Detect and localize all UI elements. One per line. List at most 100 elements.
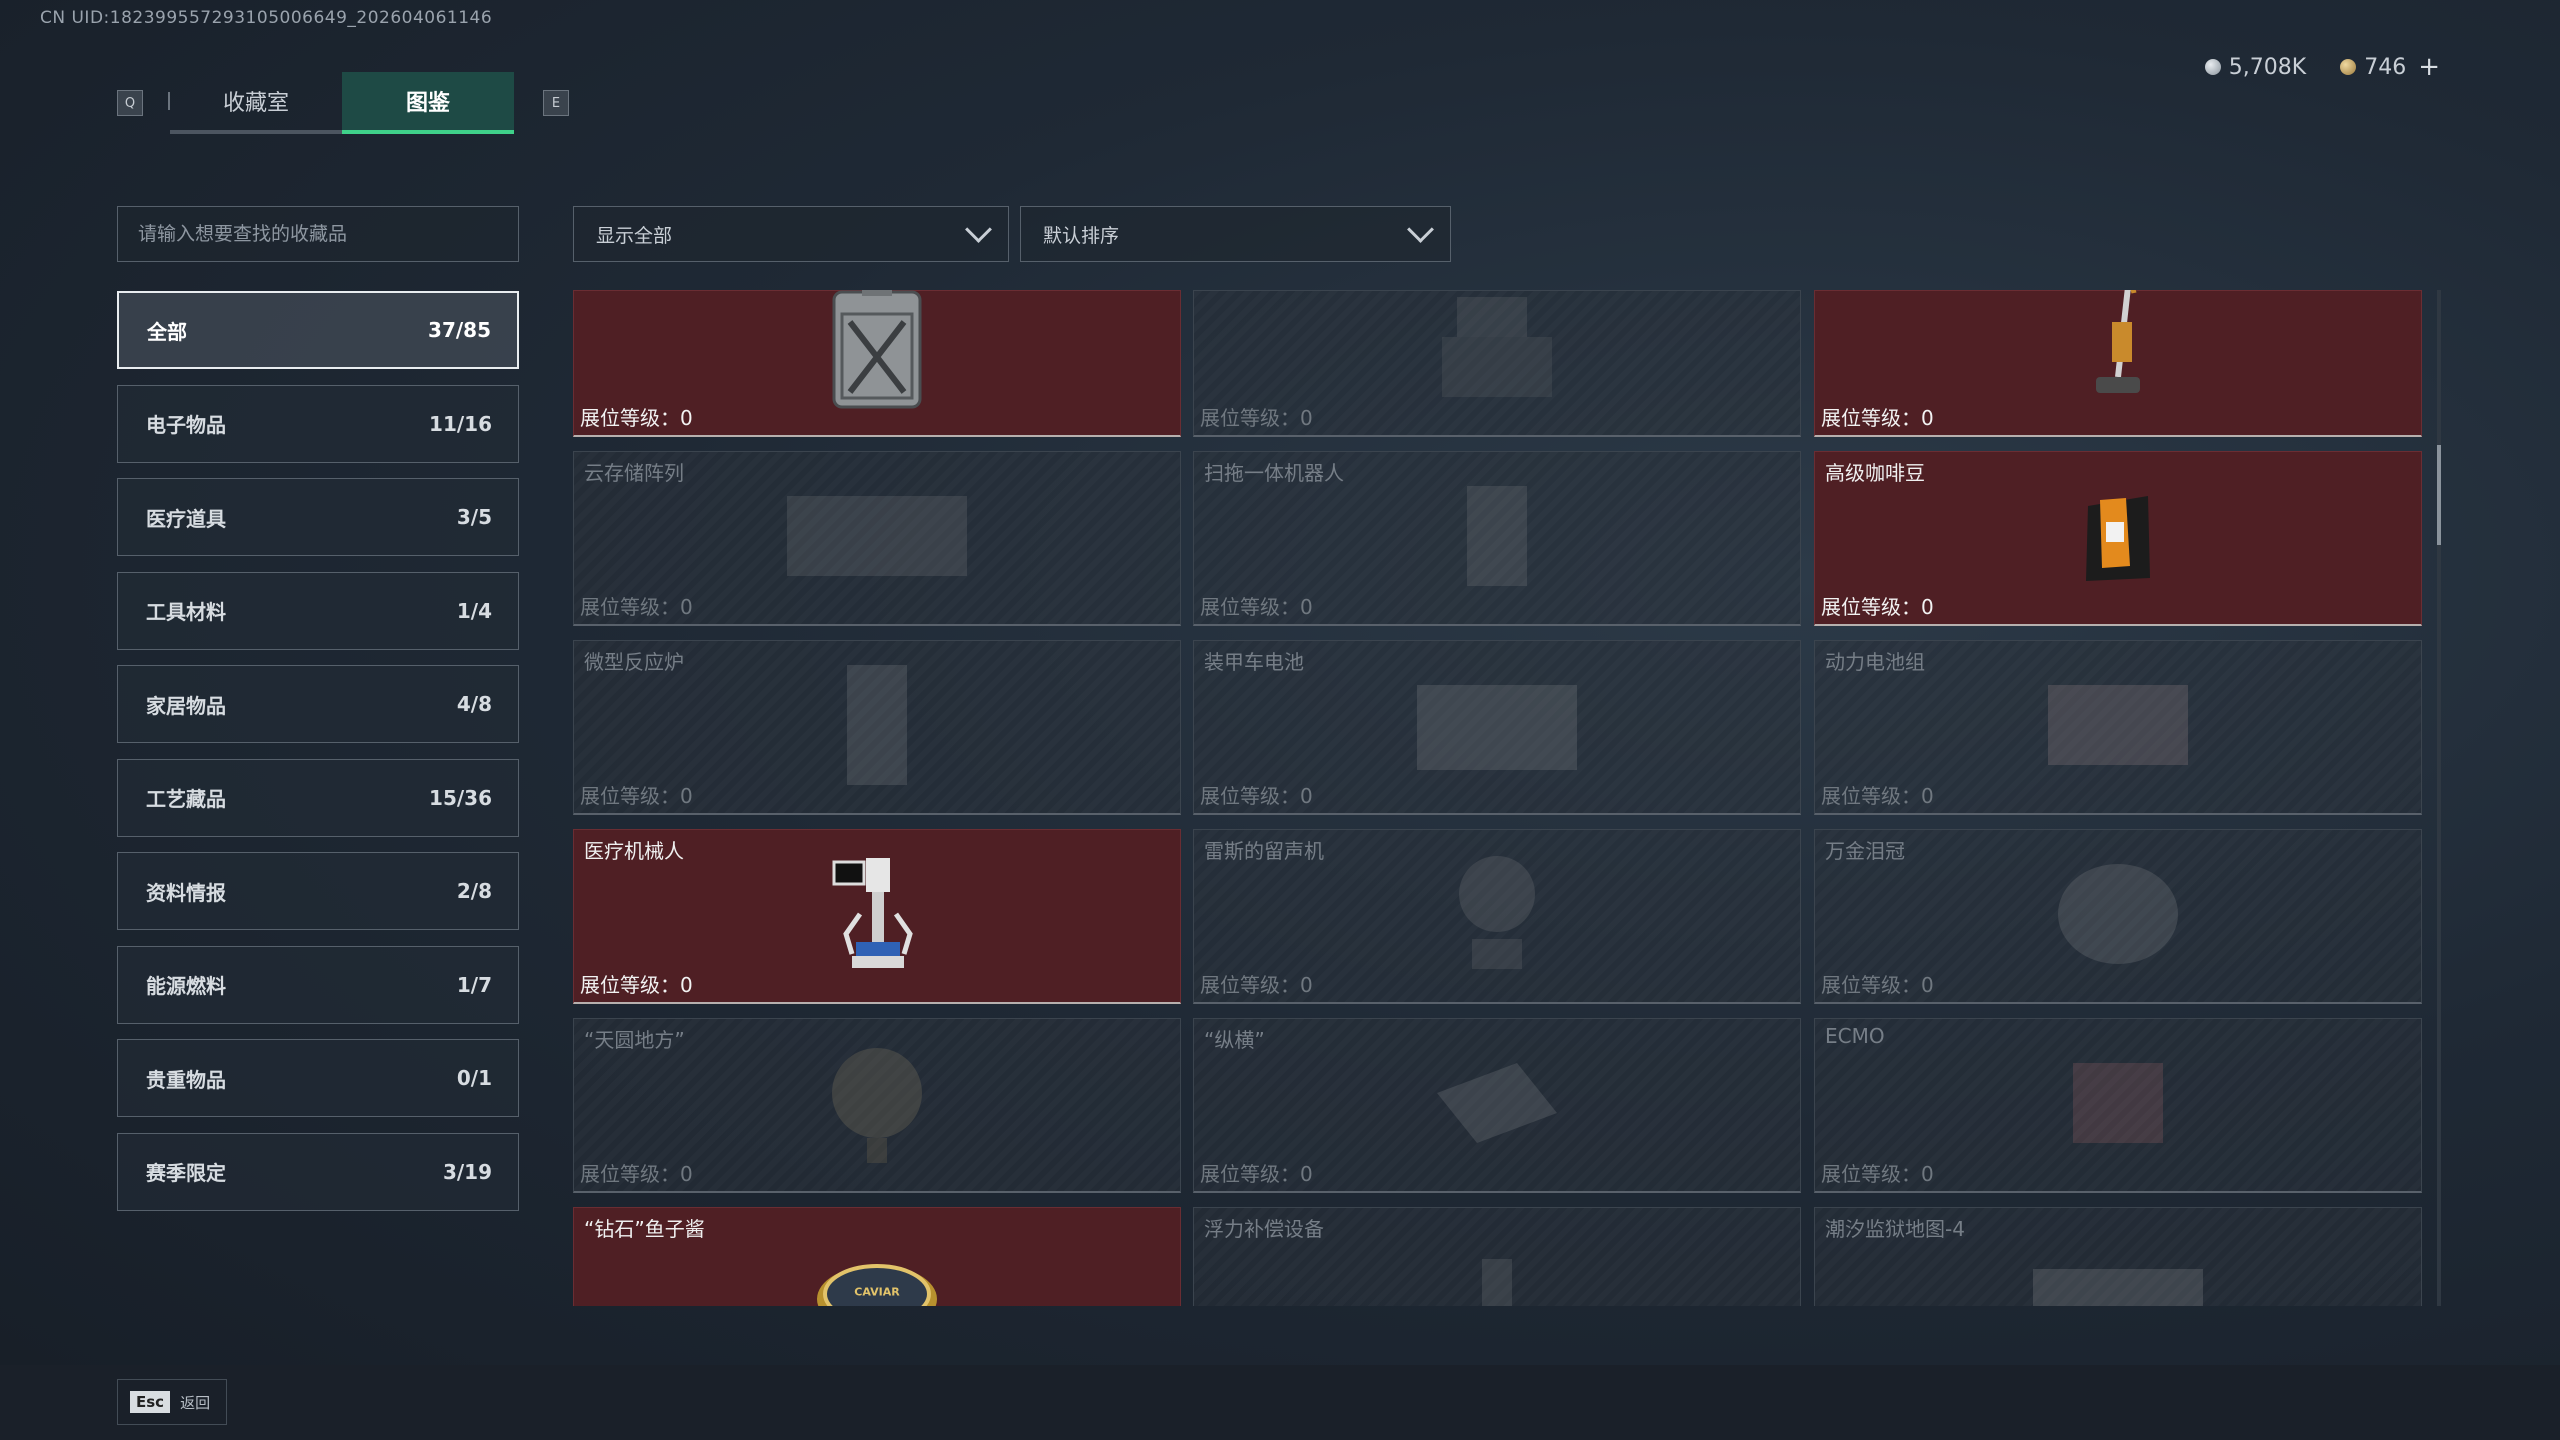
esc-key-badge: Esc (130, 1391, 171, 1413)
item-name: 装甲车电池 (1204, 650, 1304, 674)
level-label: 展位等级： (580, 406, 680, 430)
collection-card[interactable]: 医疗机械人展位等级：0 (573, 829, 1181, 1004)
category-item[interactable]: 全部 37/85 (117, 291, 519, 369)
level-label: 展位等级： (1200, 973, 1300, 997)
collection-card[interactable]: 装甲车电池 展位等级：0 (1193, 640, 1801, 815)
level-label: 展位等级： (1200, 1162, 1300, 1186)
category-label: 能源燃料 (146, 974, 226, 998)
level-value: 0 (1300, 973, 1313, 997)
category-count: 2/8 (456, 879, 492, 903)
printer-icon (1437, 290, 1557, 411)
next-tab-key[interactable]: E (543, 90, 569, 116)
item-level: 展位等级：0 (1821, 591, 1934, 620)
back-label: 返回 (180, 1393, 211, 1412)
back-button[interactable]: Esc 返回 (117, 1379, 227, 1425)
category-item[interactable]: 工具材料 1/4 (117, 571, 519, 650)
collection-card[interactable]: ECMO 展位等级：0 (1814, 1018, 2422, 1193)
medical-robot-icon (822, 854, 932, 978)
collection-card[interactable]: 扫拖一体机器人 展位等级：0 (1193, 451, 1801, 626)
collection-card[interactable]: “纵横” 展位等级：0 (1193, 1018, 1801, 1193)
tab-collection-room[interactable]: 收藏室 (170, 72, 342, 134)
silver-amount: 5,708K (2228, 54, 2307, 80)
category-label: 贵重物品 (146, 1067, 226, 1092)
collection-card[interactable]: 雷斯的留声机 展位等级：0 (1193, 829, 1801, 1004)
category-item[interactable]: 医疗道具 3/5 (117, 478, 519, 556)
level-label: 展位等级： (580, 1162, 680, 1186)
item-name: 万金泪冠 (1825, 839, 1905, 863)
category-count: 4/8 (456, 692, 492, 716)
chevron-down-icon (1407, 215, 1434, 243)
level-value: 0 (680, 784, 693, 808)
level-value: 0 (1300, 784, 1313, 808)
level-label: 展位等级： (1821, 595, 1921, 619)
collection-card[interactable]: 万金泪冠展位等级：0 (1814, 829, 2422, 1004)
prev-tab-key[interactable]: Q (117, 90, 143, 116)
category-item[interactable]: 工艺藏品 15/36 (117, 758, 519, 837)
add-currency-icon[interactable]: + (2418, 52, 2440, 82)
category-label: 工艺藏品 (146, 787, 226, 811)
level-label: 展位等级： (580, 595, 680, 619)
item-name: 扫拖一体机器人 (1204, 461, 1344, 485)
crown-icon (2048, 854, 2188, 978)
level-value: 0 (680, 406, 693, 430)
bottom-bar (0, 1365, 2560, 1440)
level-value: 0 (1921, 973, 1934, 997)
grid-scrollbar[interactable] (2437, 290, 2441, 1306)
category-item[interactable]: 电子物品 11/16 (117, 384, 519, 463)
collection-card[interactable]: 展位等级：0 (1814, 290, 2422, 437)
category-item[interactable]: 能源燃料 1/7 (117, 945, 519, 1024)
gold-amount: 746 (2364, 54, 2407, 80)
scrollbar-thumb[interactable] (2437, 445, 2441, 545)
category-item[interactable]: 贵重物品 0/1 (117, 1039, 519, 1117)
collection-card[interactable]: 浮力补偿设备 (1193, 1207, 1801, 1306)
level-value: 0 (1300, 1162, 1313, 1186)
collection-card[interactable]: 高级咖啡豆展位等级：0 (1814, 451, 2422, 626)
ecmo-icon (2053, 1043, 2183, 1167)
level-value: 0 (1921, 1162, 1934, 1186)
gramophone-icon (1437, 849, 1557, 983)
tab-codex[interactable]: 图鉴 (342, 72, 514, 134)
search-input[interactable] (117, 206, 519, 262)
collection-grid: 展位等级：0 展位等级：0 展位等级：0 云存储阵列 展位等级：0 扫拖一体机器人 展位等级… (573, 290, 2425, 1306)
category-count: 3/19 (442, 1159, 492, 1184)
collection-card[interactable]: 潮汐监狱地图-4 (1814, 1207, 2422, 1306)
collection-card[interactable]: CAVIAR “钻石”鱼子酱 (573, 1207, 1181, 1306)
collection-card[interactable]: 展位等级：0 (1193, 290, 1801, 437)
item-name: “天圆地方” (584, 1028, 685, 1052)
category-count: 3/5 (456, 505, 492, 529)
category-item[interactable]: 赛季限定 3/19 (117, 1132, 519, 1211)
level-value: 0 (680, 973, 693, 997)
storage-array-icon (777, 476, 977, 600)
level-value: 0 (1921, 595, 1934, 619)
collection-card[interactable]: 动力电池组 展位等级：0 (1814, 640, 2422, 815)
category-label: 家居物品 (146, 693, 226, 718)
category-count: 37/85 (428, 318, 491, 342)
collection-card[interactable]: 云存储阵列 展位等级：0 (573, 451, 1181, 626)
category-item[interactable]: 资料情报 2/8 (117, 852, 519, 930)
filter-dropdown[interactable]: 显示全部 (573, 206, 1009, 262)
category-count: 15/36 (429, 785, 492, 810)
item-name: 医疗机械人 (584, 839, 684, 863)
gold-coin-icon (2340, 59, 2357, 75)
fuel-can-icon (822, 290, 932, 416)
collection-card[interactable]: 展位等级：0 (573, 290, 1181, 437)
collection-card[interactable]: 微型反应炉 展位等级：0 (573, 640, 1181, 815)
level-label: 展位等级： (1821, 784, 1921, 808)
category-item[interactable]: 家居物品 4/8 (117, 665, 519, 743)
item-name: 高级咖啡豆 (1825, 461, 1925, 485)
item-name: “钻石”鱼子酱 (584, 1217, 705, 1241)
item-level: 展位等级：0 (580, 402, 693, 431)
category-count: 0/1 (456, 1066, 492, 1090)
item-name: 潮汐监狱地图-4 (1825, 1217, 1965, 1241)
sort-dropdown[interactable]: 默认排序 (1020, 206, 1451, 262)
silver-currency: 5,708K (2204, 54, 2307, 80)
battery-icon (1412, 670, 1582, 784)
level-label: 展位等级： (1821, 973, 1921, 997)
item-level: 展位等级：0 (1200, 402, 1313, 431)
category-label: 资料情报 (146, 880, 226, 905)
collection-card[interactable]: “天圆地方” 展位等级：0 (573, 1018, 1181, 1193)
currency-display: 5,708K 746 + (2204, 52, 2440, 82)
category-list: 全部 37/85 电子物品 11/16 医疗道具 3/5 工具材料 1/4 家居物品 4/8 工艺藏… (117, 291, 519, 1226)
item-level: 展位等级：0 (580, 969, 693, 998)
item-name: 云存储阵列 (584, 461, 684, 485)
